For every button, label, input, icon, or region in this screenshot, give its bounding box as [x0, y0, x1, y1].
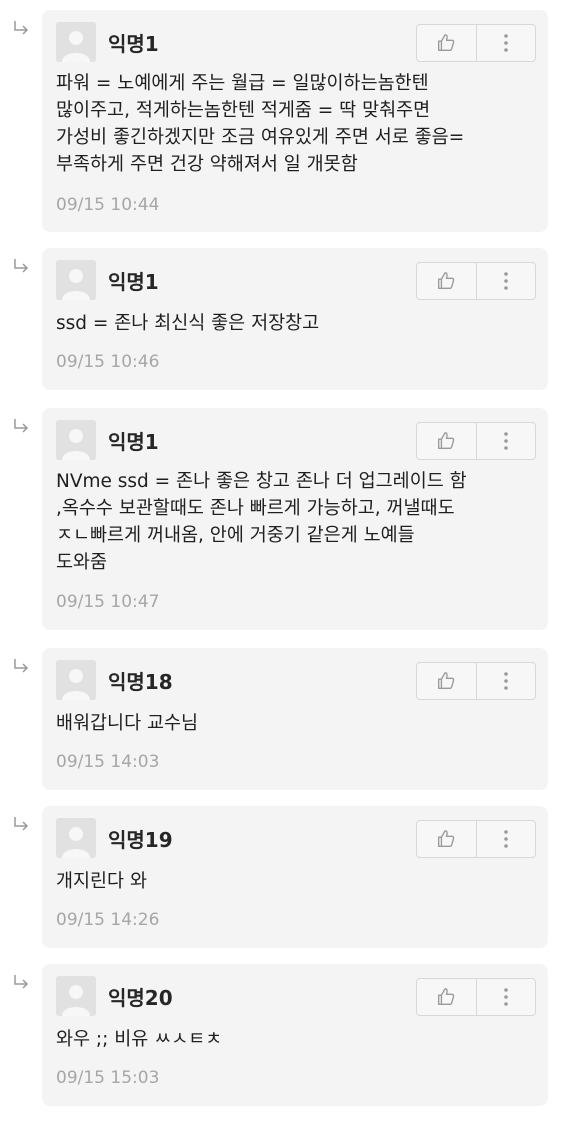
- more-vertical-icon: [503, 432, 508, 450]
- like-button[interactable]: [417, 979, 476, 1015]
- comment-card: 익명18 배워갑니다 교수님 09/15 14:03: [42, 648, 548, 790]
- thumbs-up-icon: [438, 672, 455, 690]
- comment-item: 익명1 파워 = 노예에게 주는 월급 = 일많이하는놈한텐 많이주고, 적게하…: [0, 10, 572, 232]
- comment-actions: [416, 978, 536, 1016]
- more-vertical-icon: [503, 830, 508, 848]
- thumbs-up-icon: [438, 272, 455, 290]
- comment-text: 와우 ;; 비유 ㅆㅅㅌㅊ: [56, 1029, 223, 1050]
- reply-arrow-icon: [14, 21, 29, 35]
- more-vertical-icon: [503, 34, 508, 52]
- comment-card: 익명1 NVme ssd = 존나 좋은 창고 존나 더 업그레이드 함 ,옥수…: [42, 408, 548, 630]
- comment-author: 익명1: [108, 429, 159, 454]
- comment-timestamp: 09/15 14:03: [56, 752, 160, 772]
- like-button[interactable]: [417, 25, 476, 61]
- comment-text: 개지린다 와: [56, 871, 147, 892]
- comment-card: 익명1 ssd = 존나 최신식 좋은 저장창고 09/15 10:46: [42, 248, 548, 390]
- reply-arrow-icon: [14, 419, 29, 433]
- more-options-button[interactable]: [475, 263, 536, 299]
- comment-author: 익명18: [108, 669, 173, 694]
- comment-actions: [416, 820, 536, 858]
- comment-item: 익명1 ssd = 존나 최신식 좋은 저장창고 09/15 10:46: [0, 248, 572, 390]
- comment-actions: [416, 662, 536, 700]
- more-options-button[interactable]: [475, 423, 536, 459]
- comment-timestamp: 09/15 10:47: [56, 592, 160, 612]
- thumbs-up-icon: [438, 432, 455, 450]
- default-avatar-icon: [56, 260, 96, 300]
- comment-timestamp: 09/15 10:46: [56, 352, 160, 372]
- more-options-button[interactable]: [475, 979, 536, 1015]
- thumbs-up-icon: [438, 988, 455, 1006]
- more-options-button[interactable]: [475, 25, 536, 61]
- comment-author: 익명20: [108, 985, 173, 1010]
- comment-author: 익명1: [108, 269, 159, 294]
- comment-text: NVme ssd = 존나 좋은 창고 존나 더 업그레이드 함 ,옥수수 보관…: [56, 471, 467, 573]
- comment-timestamp: 09/15 14:26: [56, 910, 160, 930]
- more-options-button[interactable]: [475, 821, 536, 857]
- thumbs-up-icon: [438, 830, 455, 848]
- comment-author: 익명19: [108, 827, 173, 852]
- comment-actions: [416, 422, 536, 460]
- default-avatar-icon: [56, 976, 96, 1016]
- comment-author: 익명1: [108, 31, 159, 56]
- comment-item: 익명1 NVme ssd = 존나 좋은 창고 존나 더 업그레이드 함 ,옥수…: [0, 408, 572, 630]
- more-vertical-icon: [503, 672, 508, 690]
- reply-arrow-icon: [14, 259, 29, 273]
- comment-text: 파워 = 노예에게 주는 월급 = 일많이하는놈한텐 많이주고, 적게하는놈한텐…: [56, 73, 465, 175]
- default-avatar-icon: [56, 420, 96, 460]
- default-avatar-icon: [56, 660, 96, 700]
- like-button[interactable]: [417, 263, 476, 299]
- comment-card: 익명1 파워 = 노예에게 주는 월급 = 일많이하는놈한텐 많이주고, 적게하…: [42, 10, 548, 232]
- comment-actions: [416, 262, 536, 300]
- reply-arrow-icon: [14, 817, 29, 831]
- comment-item: 익명19 개지린다 와 09/15 14:26: [0, 806, 572, 948]
- comment-timestamp: 09/15 10:44: [56, 195, 160, 215]
- more-vertical-icon: [503, 272, 508, 290]
- comment-item: 익명20 와우 ;; 비유 ㅆㅅㅌㅊ 09/15 15:03: [0, 964, 572, 1106]
- reply-arrow-icon: [14, 659, 29, 673]
- default-avatar-icon: [56, 818, 96, 858]
- like-button[interactable]: [417, 821, 476, 857]
- thumbs-up-icon: [438, 34, 455, 52]
- more-vertical-icon: [503, 988, 508, 1006]
- like-button[interactable]: [417, 663, 476, 699]
- comment-actions: [416, 24, 536, 62]
- default-avatar-icon: [56, 22, 96, 62]
- like-button[interactable]: [417, 423, 476, 459]
- comment-text: ssd = 존나 최신식 좋은 저장창고: [56, 313, 320, 334]
- comment-text: 배워갑니다 교수님: [56, 713, 199, 734]
- reply-arrow-icon: [14, 975, 29, 989]
- comment-item: 익명18 배워갑니다 교수님 09/15 14:03: [0, 648, 572, 790]
- comment-card: 익명19 개지린다 와 09/15 14:26: [42, 806, 548, 948]
- comment-timestamp: 09/15 15:03: [56, 1068, 160, 1088]
- comment-card: 익명20 와우 ;; 비유 ㅆㅅㅌㅊ 09/15 15:03: [42, 964, 548, 1106]
- more-options-button[interactable]: [475, 663, 536, 699]
